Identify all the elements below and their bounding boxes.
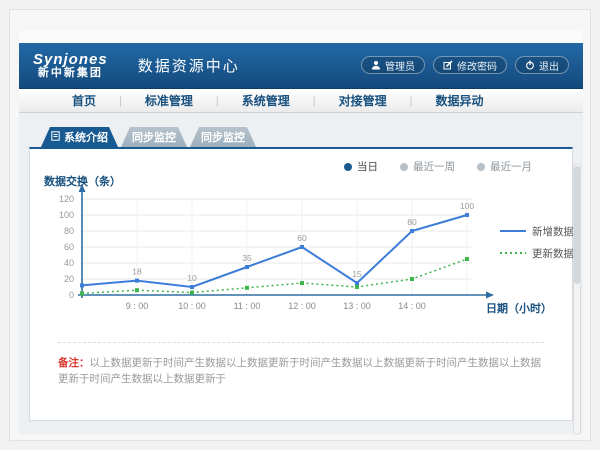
svg-text:9 : 00: 9 : 00 <box>126 301 149 311</box>
radio-label: 当日 <box>357 159 378 174</box>
tab-label: 同步监控 <box>201 129 245 145</box>
radio-dot-icon <box>400 163 408 171</box>
radio-label: 最近一月 <box>490 159 532 174</box>
change-password-button[interactable]: 修改密码 <box>433 56 507 74</box>
chart-panel: 当日 最近一周 最近一月 0 20 40 60 80 100 120 9 : 00 10 : 0… <box>29 147 573 421</box>
radio-last-week[interactable]: 最近一周 <box>400 158 455 175</box>
nav-item-system-mgmt[interactable]: 系统管理 <box>219 92 313 109</box>
power-icon <box>525 60 535 70</box>
brand-logo-name: Synjones <box>33 52 108 68</box>
main-nav: 首页 | 标准管理 | 系统管理 | 对接管理 | 数据异动 <box>19 89 583 113</box>
content-area: 系统介绍 同步监控 同步监控 当日 最近一周 <box>19 127 583 448</box>
user-icon <box>371 60 381 70</box>
admin-user-button[interactable]: 管理员 <box>361 56 425 74</box>
change-password-label: 修改密码 <box>457 58 497 73</box>
svg-text:10 : 00: 10 : 00 <box>178 301 206 311</box>
radio-dot-icon <box>344 163 352 171</box>
page-top-strip <box>19 31 583 43</box>
footnote-text: 以上数据更新于时间产生数据以上数据更新于时间产生数据以上数据更新于时间产生数据以… <box>58 357 541 385</box>
svg-text:35: 35 <box>242 253 252 263</box>
svg-text:100: 100 <box>59 210 74 220</box>
logout-label: 退出 <box>539 58 559 73</box>
svg-text:15: 15 <box>352 269 362 279</box>
svg-text:120: 120 <box>59 194 74 204</box>
svg-text:10: 10 <box>187 273 197 283</box>
app-page: Synjones 新中新集团 数据资源中心 管理员 修改密码 退出 <box>19 31 583 434</box>
tab-sync-monitor-2[interactable]: 同步监控 <box>190 127 256 147</box>
svg-text:数据交换（条）: 数据交换（条） <box>44 175 121 188</box>
tab-sync-monitor-1[interactable]: 同步监控 <box>121 127 187 147</box>
radio-today[interactable]: 当日 <box>344 158 378 175</box>
svg-text:60: 60 <box>297 233 307 243</box>
radio-dot-icon <box>477 163 485 171</box>
radio-last-month[interactable]: 最近一月 <box>477 158 532 175</box>
nav-item-standard-mgmt[interactable]: 标准管理 <box>122 92 216 109</box>
footnote-prefix: 备注： <box>58 357 90 369</box>
svg-text:60: 60 <box>64 242 74 252</box>
edit-icon <box>443 60 453 70</box>
svg-text:80: 80 <box>407 217 417 227</box>
tab-system-intro[interactable]: 系统介绍 <box>41 127 118 147</box>
svg-text:11 : 00: 11 : 00 <box>234 301 261 311</box>
svg-text:日期（小时）: 日期（小时） <box>486 301 552 315</box>
svg-text:新增数据: 新增数据 <box>532 225 574 238</box>
radio-label: 最近一周 <box>413 159 455 174</box>
svg-text:100: 100 <box>460 201 474 211</box>
nav-item-home[interactable]: 首页 <box>49 92 119 109</box>
brand-logo-cn: 新中新集团 <box>33 68 108 80</box>
svg-text:更新数据: 更新数据 <box>532 247 574 260</box>
scrollbar-thumb[interactable] <box>574 166 580 284</box>
nav-item-data-change[interactable]: 数据异动 <box>413 92 507 109</box>
window-frame: Synjones 新中新集团 数据资源中心 管理员 修改密码 退出 <box>9 9 591 441</box>
header-actions: 管理员 修改密码 退出 <box>361 56 569 74</box>
logout-button[interactable]: 退出 <box>515 56 569 74</box>
period-filter-group: 当日 最近一周 最近一月 <box>30 149 572 175</box>
vertical-scrollbar <box>573 163 581 435</box>
svg-text:13 : 00: 13 : 00 <box>343 301 371 311</box>
svg-text:14 : 00: 14 : 00 <box>398 301 426 311</box>
footnote: 备注：以上数据更新于时间产生数据以上数据更新于时间产生数据以上数据更新于时间产生… <box>58 342 544 388</box>
nav-item-interface-mgmt[interactable]: 对接管理 <box>316 92 410 109</box>
svg-text:40: 40 <box>64 258 74 268</box>
document-icon <box>51 131 60 144</box>
svg-text:20: 20 <box>64 274 74 284</box>
brand-logo: Synjones 新中新集团 <box>33 52 108 79</box>
page-title: 数据资源中心 <box>124 55 240 76</box>
data-exchange-line-chart: 0 20 40 60 80 100 120 9 : 00 10 : 00 11 : 00 12 : … <box>42 175 582 327</box>
svg-text:18: 18 <box>132 267 142 277</box>
svg-text:80: 80 <box>64 226 74 236</box>
app-header: Synjones 新中新集团 数据资源中心 管理员 修改密码 退出 <box>19 43 583 89</box>
svg-text:12 : 00: 12 : 00 <box>288 301 316 311</box>
admin-user-label: 管理员 <box>385 58 415 73</box>
svg-text:0: 0 <box>69 290 74 300</box>
tab-label: 系统介绍 <box>64 129 108 145</box>
chart-container: 0 20 40 60 80 100 120 9 : 00 10 : 00 11 : 00 12 : … <box>42 175 572 332</box>
tab-bar: 系统介绍 同步监控 同步监控 <box>41 127 583 147</box>
tab-label: 同步监控 <box>132 129 176 145</box>
